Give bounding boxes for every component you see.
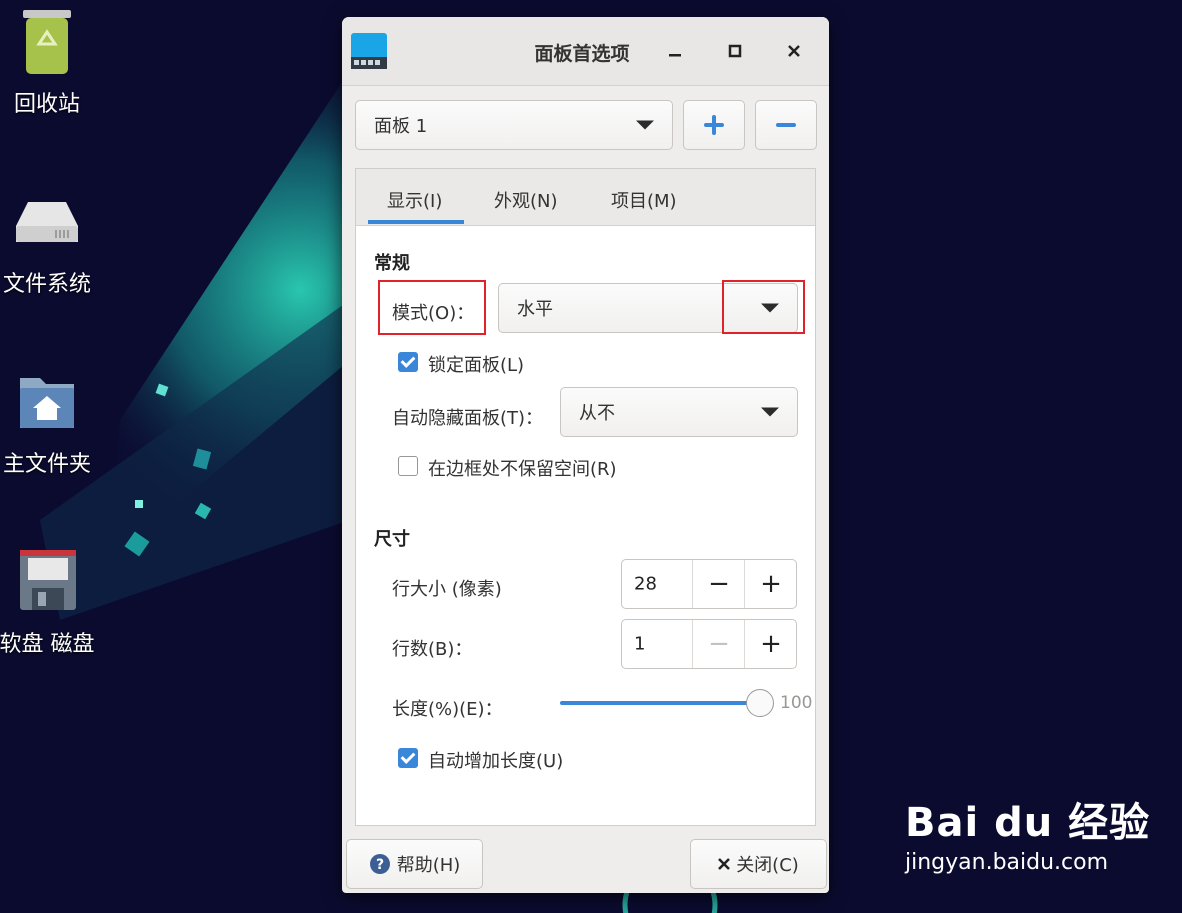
row-size-increment-button[interactable]: + (744, 560, 797, 608)
close-icon (718, 858, 731, 870)
autohide-select[interactable]: 从不 (560, 387, 798, 437)
general-section-title: 常规 (374, 253, 410, 274)
close-icon (788, 45, 800, 57)
desktop-icon-label: 回收站 (13, 92, 80, 117)
desktop-icon-label: 主文件夹 (2, 452, 91, 477)
desktop-icon-filesystem[interactable]: 文件系统 (0, 188, 102, 298)
length-slider-handle[interactable] (746, 689, 774, 717)
row-size-value[interactable]: 28 (634, 574, 657, 595)
watermark-brand: Bai du 经验 (905, 800, 1151, 846)
panel-preferences-dialog: 面板首选项 面板 1 显示(I) 外观(N) 项目(M) 常规 模式(O)： 水… (342, 17, 829, 893)
help-label: 帮助(H) (396, 855, 461, 876)
no-reserve-space-checkbox[interactable] (398, 456, 418, 476)
auto-length-label: 自动增加长度(U) (428, 751, 564, 772)
rows-decrement-button[interactable]: − (692, 620, 745, 668)
remove-panel-button[interactable] (755, 100, 817, 150)
autohide-select-value: 从不 (579, 403, 615, 424)
baidu-jingyan-watermark: Bai du 经验 jingyan.baidu.com (905, 790, 1155, 875)
close-window-button[interactable] (780, 37, 808, 65)
tab-bar: 显示(I) 外观(N) 项目(M) (356, 169, 815, 226)
rows-label: 行数(B)： (392, 639, 473, 660)
no-reserve-space-label: 在边框处不保留空间(R) (428, 459, 617, 480)
title-bar[interactable]: 面板首选项 (342, 17, 829, 86)
length-value: 100 (780, 693, 813, 713)
lock-panel-checkbox[interactable] (398, 352, 418, 372)
desktop-icon-label: 软盘 磁盘 (0, 632, 95, 657)
row-size-label: 行大小 (像素) (392, 579, 502, 600)
plus-icon (704, 115, 724, 135)
chevron-down-icon (761, 407, 779, 417)
panel-app-icon (351, 33, 387, 69)
panel-select[interactable]: 面板 1 (355, 100, 673, 150)
mode-select-value: 水平 (517, 299, 553, 320)
length-slider-track[interactable] (560, 701, 758, 705)
rows-increment-button[interactable]: + (744, 620, 797, 668)
panel-select-value: 面板 1 (374, 116, 428, 137)
minus-icon (776, 123, 796, 127)
tab-display[interactable]: 显示(I) (387, 187, 442, 213)
desktop-icon-trash[interactable]: 回收站 (0, 8, 102, 118)
trash-icon (23, 10, 71, 74)
tab-items[interactable]: 项目(M) (611, 187, 677, 213)
minimize-button[interactable] (661, 37, 689, 65)
desktop-icon-home[interactable]: 主文件夹 (0, 368, 102, 478)
size-section-title: 尺寸 (374, 529, 410, 550)
auto-length-checkbox[interactable] (398, 748, 418, 768)
maximize-icon (728, 44, 742, 58)
window-title: 面板首选项 (534, 43, 630, 65)
desktop-icon-floppy[interactable]: 软盘 磁盘 (0, 548, 102, 658)
close-button[interactable]: 关闭(C) (690, 839, 827, 889)
highlight-box-mode-arrow (722, 280, 805, 334)
settings-notebook: 显示(I) 外观(N) 项目(M) 常规 模式(O)： 水平 锁定面板(L) 自… (355, 168, 816, 826)
add-panel-button[interactable] (683, 100, 745, 150)
maximize-button[interactable] (721, 37, 749, 65)
home-folder-icon (20, 378, 74, 428)
row-size-spinner[interactable]: 28 − + (621, 559, 797, 609)
tab-appearance[interactable]: 外观(N) (494, 187, 558, 213)
autohide-label: 自动隐藏面板(T)： (392, 408, 544, 429)
drive-icon (16, 202, 78, 242)
row-size-decrement-button[interactable]: − (692, 560, 745, 608)
help-icon: ? (369, 854, 390, 874)
active-tab-indicator (368, 220, 464, 224)
rows-spinner[interactable]: 1 − + (621, 619, 797, 669)
close-label: 关闭(C) (736, 855, 799, 876)
rows-value[interactable]: 1 (634, 634, 645, 655)
highlight-box-mode-label (378, 280, 486, 335)
minimize-icon (669, 54, 681, 57)
length-label: 长度(%)(E)： (392, 699, 503, 720)
lock-panel-label: 锁定面板(L) (428, 355, 525, 376)
chevron-down-icon (636, 120, 654, 130)
svg-text:?: ? (376, 857, 384, 873)
floppy-icon (20, 550, 76, 610)
help-button[interactable]: ? 帮助(H) (346, 839, 483, 889)
watermark-url: jingyan.baidu.com (905, 850, 1109, 875)
desktop-icon-label: 文件系统 (2, 272, 91, 297)
